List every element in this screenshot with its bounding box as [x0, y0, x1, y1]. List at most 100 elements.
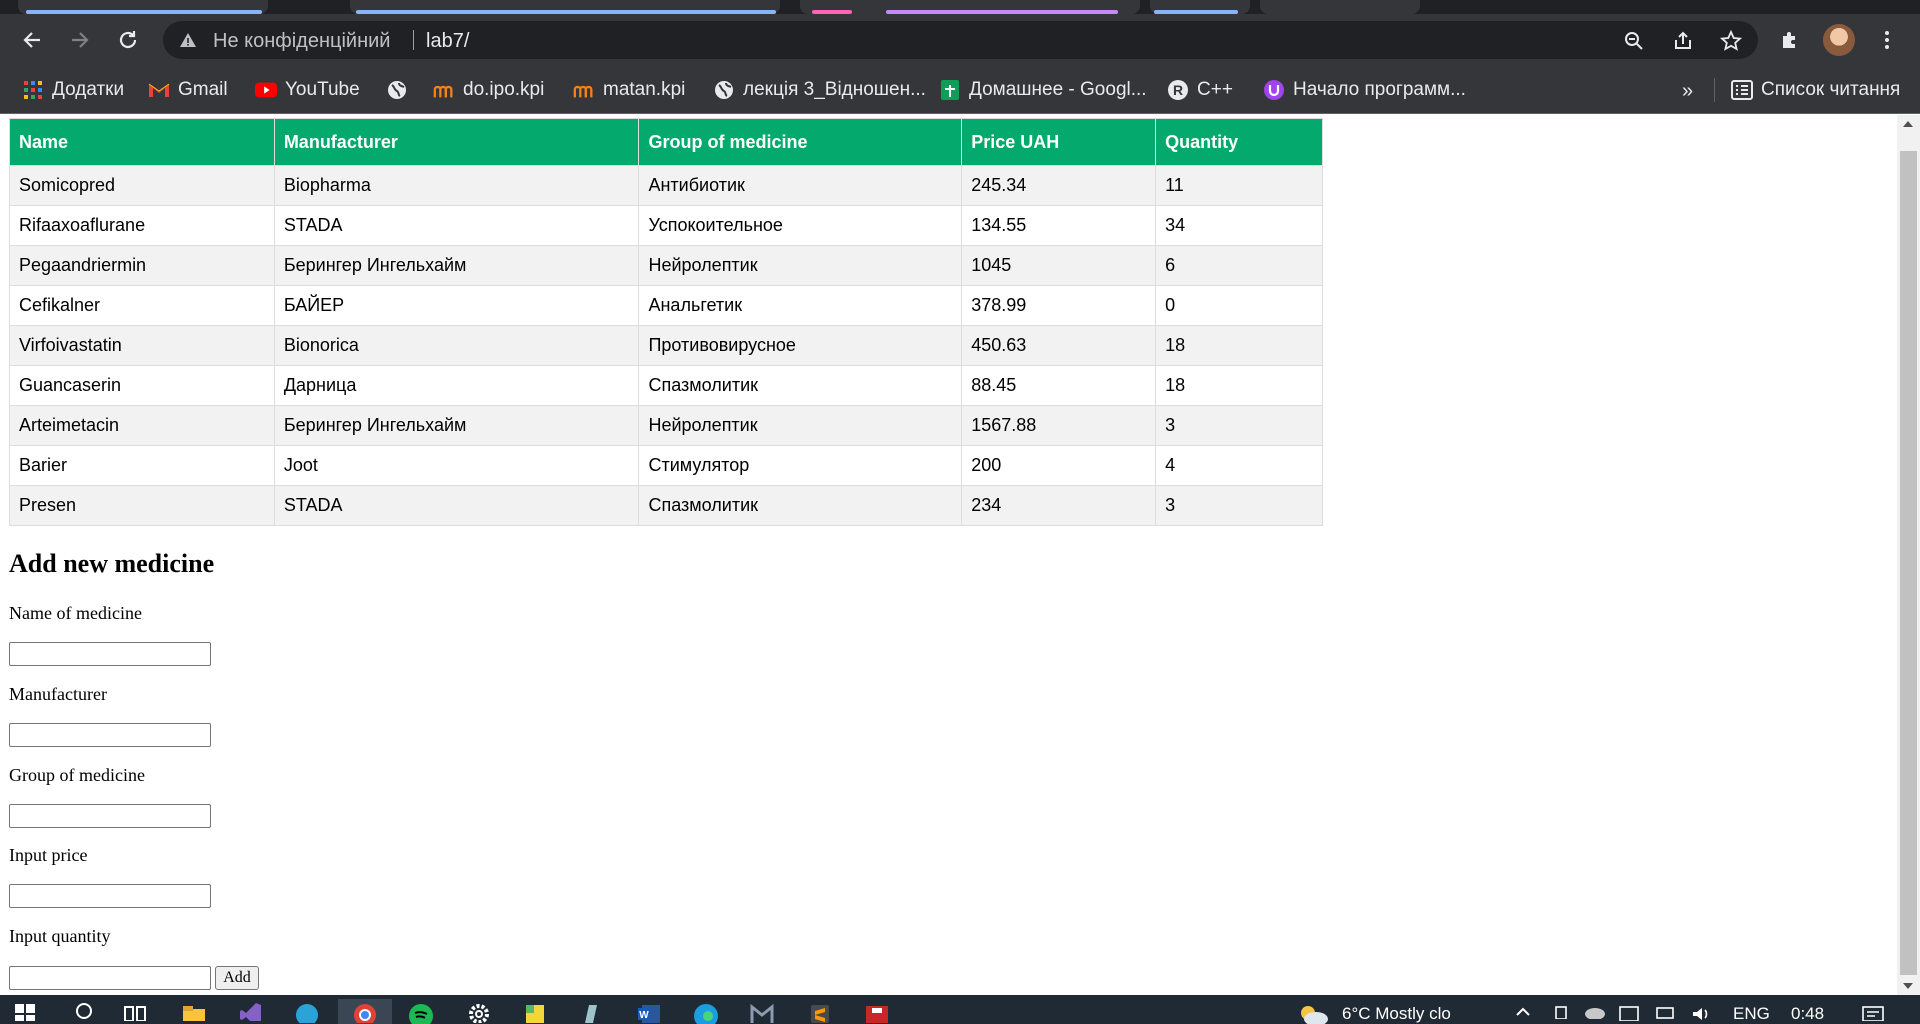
manufacturer-label: Manufacturer [9, 684, 107, 704]
quantity-input[interactable] [9, 966, 211, 990]
table-cell: Анальгетик [638, 285, 963, 326]
star-icon[interactable] [1720, 30, 1742, 52]
table-cell: Cefikalner [9, 285, 275, 326]
table-cell: Стимулятор [638, 445, 963, 486]
table-row: Arteimetacin Берингер Ингельхайм Нейролепт… [9, 405, 1323, 446]
weather-cloud-icon[interactable] [1296, 999, 1330, 1024]
scroll-down-arrow-icon[interactable] [1903, 983, 1913, 989]
table-cell: 3 [1155, 405, 1323, 446]
table-cell: 11 [1155, 165, 1323, 206]
bookmark-cpp[interactable]: R C++ [1167, 76, 1233, 104]
svg-text:W: W [639, 1010, 649, 1021]
browser-tab[interactable] [1260, 0, 1420, 14]
column-header: Price UAH [961, 118, 1157, 166]
table-cell: Спазмолитик [638, 485, 963, 526]
address-bar[interactable]: Не конфіденційний lab7/ [163, 21, 1758, 59]
reading-list-button[interactable]: Список читання [1731, 76, 1900, 104]
extensions-button[interactable] [1772, 22, 1808, 58]
telegram-icon[interactable] [294, 999, 320, 1024]
visual-studio-icon[interactable] [238, 999, 264, 1024]
table-cell: БАЙЕР [273, 285, 640, 326]
clock-time[interactable]: 0:48 [1791, 1004, 1824, 1024]
device-icon[interactable] [1548, 999, 1574, 1024]
table-cell: Arteimetacin [9, 405, 275, 446]
spotify-icon[interactable] [408, 999, 434, 1024]
table-cell: 1045 [961, 245, 1157, 286]
windows-start-icon[interactable] [12, 999, 38, 1024]
scrollbar-thumb[interactable] [1900, 151, 1917, 975]
table-cell: Успокоительное [638, 205, 963, 246]
group-input[interactable] [9, 804, 211, 828]
bookmark-youtube[interactable]: YouTube [255, 76, 360, 104]
medicines-table: Name Manufacturer Group of medicine Pric… [9, 118, 1323, 526]
table-row: Presen STADA Спазмолитик 234 3 [9, 485, 1323, 526]
settings-gear-icon[interactable] [466, 999, 492, 1024]
bookmark-label: Начало программ... [1293, 79, 1466, 100]
windows-taskbar: W 6°C Mostly clo ENG 0:48 [0, 995, 1920, 1024]
bookmark-start-programming[interactable]: Начало программ... [1263, 76, 1466, 104]
bookmark-label: Gmail [178, 79, 228, 100]
bookmark-google-sheets[interactable]: Домашнее - Googl... [939, 76, 1147, 104]
quantity-label: Input quantity [9, 926, 111, 946]
edge-icon[interactable] [693, 999, 719, 1024]
price-input[interactable] [9, 884, 211, 908]
sync-icon[interactable] [1616, 999, 1642, 1024]
table-cell: STADA [273, 485, 640, 526]
manufacturer-input[interactable] [9, 723, 211, 747]
table-cell: Нейролептик [638, 245, 963, 286]
table-row: Barier Joot Стимулятор 200 4 [9, 445, 1323, 486]
table-cell: 6 [1155, 245, 1323, 286]
table-cell: Спазмолитик [638, 365, 963, 406]
bookmark-gmail[interactable]: Gmail [148, 76, 228, 104]
file-explorer-icon[interactable] [181, 999, 207, 1024]
volume-icon[interactable] [1688, 999, 1714, 1024]
chrome-taskbar-icon[interactable] [338, 999, 392, 1024]
sticky-notes-icon[interactable] [522, 999, 548, 1024]
bookmark-globe[interactable] [386, 76, 416, 104]
menu-button[interactable] [1869, 22, 1905, 58]
bookmarks-overflow-button[interactable]: » [1682, 80, 1693, 103]
table-row: Pegaandriermin Берингер Ингельхайм Нейроле… [9, 245, 1323, 286]
table-cell: Virfoivastatin [9, 325, 275, 366]
m-app-icon[interactable] [749, 999, 775, 1024]
table-cell: Biopharma [273, 165, 640, 206]
security-status[interactable]: Не конфіденційний [213, 31, 390, 51]
add-button[interactable]: Add [215, 966, 259, 990]
price-label: Input price [9, 845, 88, 865]
bookmark-apps[interactable]: Додатки [22, 76, 124, 104]
puzzle-icon [1783, 32, 1795, 48]
onedrive-cloud-icon[interactable] [1582, 999, 1608, 1024]
bookmark-lecture[interactable]: лекція 3_Відношен... [713, 76, 926, 104]
bookmark-matan-kpi[interactable]: matan.kpi [573, 76, 685, 104]
back-button[interactable] [14, 22, 50, 58]
reload-button[interactable] [110, 22, 146, 58]
search-icon[interactable] [70, 999, 96, 1024]
bookmark-label: Домашнее - Googl... [969, 79, 1147, 100]
vertical-scrollbar[interactable] [1897, 115, 1920, 995]
notifications-icon[interactable] [1860, 999, 1886, 1024]
table-cell: 378.99 [961, 285, 1157, 326]
table-cell: Противовирусное [638, 325, 963, 366]
scroll-up-arrow-icon[interactable] [1903, 121, 1913, 127]
bookmark-label: matan.kpi [603, 79, 686, 100]
zoom-icon[interactable] [1623, 30, 1645, 52]
forward-button[interactable] [62, 22, 98, 58]
task-view-icon[interactable] [122, 999, 148, 1024]
profile-avatar[interactable] [1823, 24, 1855, 56]
pen-app-icon[interactable] [578, 999, 604, 1024]
table-cell: 245.34 [961, 165, 1157, 206]
weather-text[interactable]: 6°C Mostly clo [1342, 1004, 1451, 1024]
bookmark-label: C++ [1197, 79, 1233, 100]
network-icon[interactable] [1652, 999, 1678, 1024]
column-header: Group of medicine [638, 118, 963, 166]
bookmark-do-ipo-kpi[interactable]: do.ipo.kpi [433, 76, 544, 104]
url-text[interactable]: lab7/ [426, 31, 469, 51]
name-input[interactable] [9, 642, 211, 666]
input-language[interactable]: ENG [1733, 1004, 1770, 1024]
toolbox-app-icon[interactable] [864, 999, 890, 1024]
share-icon[interactable] [1672, 30, 1694, 52]
sublime-text-icon[interactable] [807, 999, 833, 1024]
word-icon[interactable]: W [636, 999, 662, 1024]
warning-icon[interactable] [179, 31, 197, 49]
show-hidden-icons-chevron-icon[interactable] [1510, 999, 1536, 1024]
